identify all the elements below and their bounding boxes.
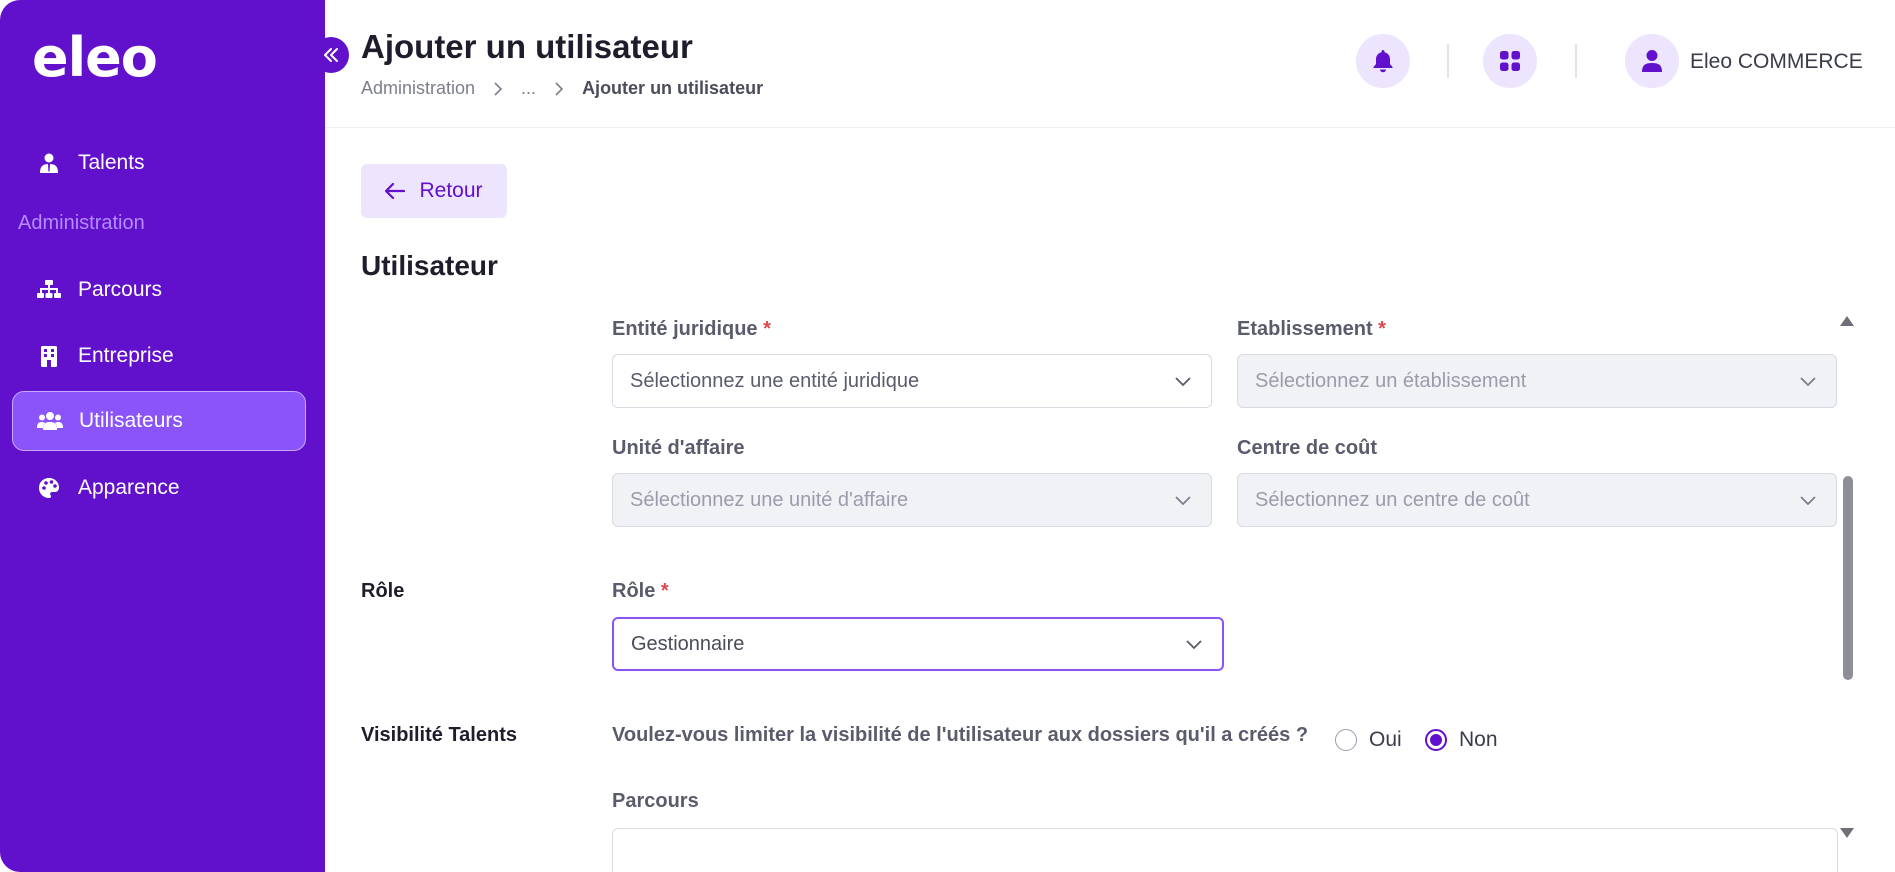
scroll-up-arrow[interactable] [1839,314,1855,332]
required-mark: * [660,580,669,602]
chevron-right-icon [554,81,564,96]
palette-icon [36,475,62,501]
visibilite-row-label: Visibilité Talents [361,724,517,746]
sidebar-item-label: Utilisateurs [79,409,183,432]
centre-cout-select[interactable]: Sélectionnez un centre de coût [1237,473,1837,527]
sidebar-item-label: Entreprise [78,344,174,367]
select-placeholder: Sélectionnez un établissement [1255,369,1527,392]
scrollbar-thumb[interactable] [1843,476,1853,680]
visibility-question: Voulez-vous limiter la visibilité de l'u… [612,724,1309,746]
grid-icon [1500,51,1520,71]
sidebar-item-entreprise[interactable]: Entreprise [12,326,306,386]
logo: eleo [32,26,158,89]
avatar[interactable] [1625,34,1679,88]
field-label-text: Etablissement [1237,318,1373,340]
arrow-left-icon [385,183,406,199]
role-row-label: Rôle [361,580,405,602]
header-divider [1447,44,1449,78]
select-placeholder: Sélectionnez une unité d'affaire [630,488,909,511]
sidebar-item-label: Apparence [78,476,180,499]
unite-affaire-select[interactable]: Sélectionnez une unité d'affaire [612,473,1212,527]
etablissement-label: Etablissement * [1237,318,1386,341]
select-value: Gestionnaire [631,632,745,655]
building-icon [36,343,62,369]
user-tie-icon [36,150,62,176]
breadcrumb-item-ellipsis[interactable]: ... [521,78,536,99]
sitemap-icon [36,277,62,303]
apps-button[interactable] [1483,34,1537,88]
chevron-down-icon [1800,377,1816,387]
radio-non[interactable]: Non [1425,728,1498,752]
user-name[interactable]: Eleo COMMERCE [1690,50,1863,74]
user-icon [1642,50,1662,72]
radio-label: Oui [1369,728,1402,751]
parcours-label: Parcours [612,790,699,812]
breadcrumb-item-current: Ajouter un utilisateur [582,78,764,98]
sidebar-item-label: Talents [78,151,145,174]
unite-affaire-label: Unité d'affaire [612,437,745,459]
etablissement-select[interactable]: Sélectionnez un établissement [1237,354,1837,408]
select-placeholder: Sélectionnez une entité juridique [630,369,920,392]
chevron-down-icon [1175,377,1191,387]
sidebar: eleo Talents Administration Parcours Ent… [0,0,325,872]
breadcrumb: Administration ... Ajouter un utilisateu… [361,78,763,99]
sidebar-item-apparence[interactable]: Apparence [12,458,306,518]
sidebar-section-administration: Administration [18,212,145,234]
sidebar-item-talents[interactable]: Talents [12,133,306,193]
double-chevron-left-icon [324,48,338,62]
required-mark: * [1378,318,1386,340]
section-title: Utilisateur [361,250,498,281]
notifications-button[interactable] [1356,34,1410,88]
sidebar-item-parcours[interactable]: Parcours [12,260,306,320]
role-label: Rôle * [612,580,669,603]
chevron-down-icon [1186,640,1202,650]
page-title: Ajouter un utilisateur [361,28,693,65]
required-mark: * [763,318,771,340]
radio-oui[interactable]: Oui [1335,728,1402,752]
radio-dot [1430,734,1442,746]
field-label-text: Entité juridique [612,318,758,340]
users-icon [37,408,63,434]
back-button[interactable]: Retour [361,164,507,218]
field-label-text: Rôle [612,580,656,602]
sidebar-item-utilisateurs[interactable]: Utilisateurs [12,391,306,451]
radio-button[interactable] [1425,729,1447,751]
header-divider [1575,44,1577,78]
sidebar-item-label: Parcours [78,278,163,301]
top-header: Ajouter un utilisateur Administration ..… [325,0,1895,128]
entite-juridique-label: Entité juridique * [612,318,771,341]
bell-icon [1373,50,1393,73]
scroll-down-arrow[interactable] [1839,826,1855,844]
role-select[interactable]: Gestionnaire [612,617,1224,671]
app-window: eleo Talents Administration Parcours Ent… [0,0,1895,872]
entite-juridique-select[interactable]: Sélectionnez une entité juridique [612,354,1212,408]
centre-cout-label: Centre de coût [1237,437,1378,459]
breadcrumb-item-administration[interactable]: Administration [361,78,475,99]
parcours-select[interactable] [612,828,1838,872]
chevron-down-icon [1175,496,1191,506]
collapse-sidebar-button[interactable] [313,37,349,73]
chevron-right-icon [493,81,503,96]
logo-text: eleo [32,26,158,89]
radio-button[interactable] [1335,729,1357,751]
back-button-label: Retour [419,179,483,202]
select-placeholder: Sélectionnez un centre de coût [1255,488,1530,511]
chevron-down-icon [1800,496,1816,506]
radio-label: Non [1459,728,1498,751]
